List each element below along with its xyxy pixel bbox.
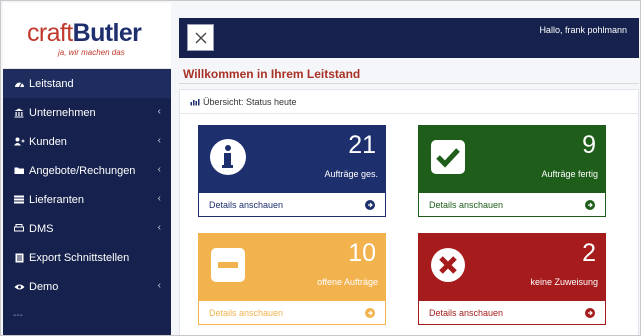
chevron-left-icon: ‹ <box>157 135 161 146</box>
stat-card-done: 9 Aufträge fertig Details anschauen <box>418 125 606 217</box>
card-label: offene Aufträge <box>317 277 378 287</box>
folder-icon <box>13 166 25 175</box>
sidebar-item-kunden[interactable]: Kunden ‹ <box>3 127 171 156</box>
arrow-right-icon <box>365 307 375 318</box>
users-icon <box>13 137 25 146</box>
details-link-text: Details anschauen <box>429 307 504 318</box>
sidebar-item-label: DMS <box>29 222 54 235</box>
card-top: 21 Aufträge ges. <box>198 125 386 193</box>
sidebar-item-export[interactable]: Export Schnittstellen <box>3 243 171 272</box>
card-value: 9 <box>582 131 596 159</box>
sidebar-item-label: Lieferanten <box>29 193 85 206</box>
minus-icon <box>208 245 248 285</box>
close-button[interactable] <box>187 24 214 51</box>
brand-name: craftButler <box>27 19 142 47</box>
bar-chart-icon <box>190 98 200 106</box>
sidebar-nav: Leitstand Unternehmen ‹ Kunden ‹ Angebot… <box>3 69 171 330</box>
sidebar-item-label: Angebote/Rechungen <box>29 164 136 177</box>
chevron-left-icon: ‹ <box>157 164 161 175</box>
sidebar-item-dms[interactable]: DMS ‹ <box>3 214 171 243</box>
sidebar-item-label: Export Schnittstellen <box>29 251 130 264</box>
card-top: 9 Aufträge fertig <box>418 125 606 193</box>
brand-name-part1: craft <box>27 19 73 47</box>
arrow-right-icon <box>365 199 375 210</box>
page-title: Willkommen in Ihrem Leitstand <box>183 67 361 81</box>
card-top: 2 keine Zuweisung <box>418 233 606 301</box>
arrow-right-icon <box>585 307 595 318</box>
chevron-left-icon: ‹ <box>157 193 161 204</box>
stat-card-unassigned: 2 keine Zuweisung Details anschauen <box>418 233 606 325</box>
user-greeting[interactable]: Hallo, frank pohlmann <box>539 25 627 35</box>
sidebar: craftButler ja, wir machen das Leitstand… <box>3 3 171 335</box>
card-label: Aufträge fertig <box>541 169 598 179</box>
card-value: 10 <box>348 239 376 267</box>
printer-icon <box>13 224 25 233</box>
stat-card-open: 10 offene Aufträge Details anschauen <box>198 233 386 325</box>
stat-card-total: 21 Aufträge ges. Details anschauen <box>198 125 386 217</box>
top-bar: Hallo, frank pohlmann <box>179 18 639 58</box>
sidebar-item-demo[interactable]: Demo ‹ <box>3 272 171 301</box>
card-value: 21 <box>348 131 376 159</box>
brand-name-part2: Butler <box>72 19 142 47</box>
brand-slogan: ja, wir machen das <box>58 48 125 57</box>
x-circle-icon <box>428 245 468 285</box>
details-link[interactable]: Details anschauen <box>198 301 386 325</box>
brand-logo[interactable]: craftButler ja, wir machen das <box>3 3 171 69</box>
bank-icon <box>13 108 25 118</box>
sidebar-item-angebote[interactable]: Angebote/Rechungen ‹ <box>3 156 171 185</box>
details-link-text: Details anschauen <box>429 199 504 210</box>
close-icon <box>195 32 206 43</box>
details-link-text: Details anschauen <box>209 199 284 210</box>
details-link[interactable]: Details anschauen <box>198 193 386 217</box>
sidebar-item-label: Demo <box>29 280 59 293</box>
eye-icon <box>13 283 25 291</box>
arrow-right-icon <box>585 199 595 210</box>
divider <box>179 83 639 84</box>
details-link[interactable]: Details anschauen <box>418 193 606 217</box>
details-link[interactable]: Details anschauen <box>418 301 606 325</box>
card-top: 10 offene Aufträge <box>198 233 386 301</box>
card-label: keine Zuweisung <box>530 277 598 287</box>
sidebar-item-label: Kunden <box>29 135 67 148</box>
details-link-text: Details anschauen <box>209 307 284 318</box>
card-label: Aufträge ges. <box>324 169 378 179</box>
sidebar-item-leitstand[interactable]: Leitstand <box>3 69 171 98</box>
app-frame: craftButler ja, wir machen das Leitstand… <box>0 0 641 336</box>
export-icon <box>13 253 25 263</box>
list-icon <box>13 195 25 204</box>
check-icon <box>428 137 468 177</box>
status-panel: Übersicht: Status heute 21 Aufträge ges.… <box>179 89 639 335</box>
sidebar-separator: --- <box>13 310 23 321</box>
sidebar-item-label: Leitstand <box>29 77 74 90</box>
info-icon <box>208 137 248 177</box>
chevron-left-icon: ‹ <box>157 280 161 291</box>
panel-header: Übersicht: Status heute <box>180 90 638 114</box>
card-value: 2 <box>582 239 596 267</box>
sidebar-item-unternehmen[interactable]: Unternehmen ‹ <box>3 98 171 127</box>
sidebar-item-lieferanten[interactable]: Lieferanten ‹ <box>3 185 171 214</box>
dashboard-icon <box>13 79 25 88</box>
chevron-left-icon: ‹ <box>157 222 161 233</box>
sidebar-item-label: Unternehmen <box>29 106 96 119</box>
chevron-left-icon: ‹ <box>157 106 161 117</box>
panel-title: Übersicht: Status heute <box>203 96 297 107</box>
